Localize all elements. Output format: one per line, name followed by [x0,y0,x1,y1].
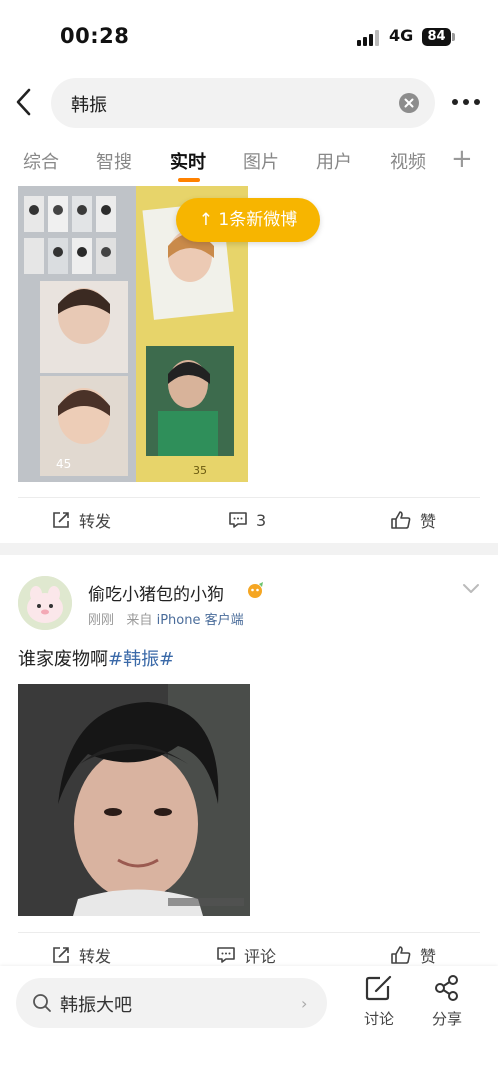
share-button[interactable]: 分享 [422,974,472,1036]
tab-videos[interactable]: 视频 [390,148,426,174]
comment-icon [229,512,247,528]
like-button[interactable]: 赞 [390,942,436,968]
section-divider [0,543,498,555]
status-time: 00:28 [60,24,130,48]
repost-icon [53,947,69,963]
signal-icon [357,30,383,46]
more-icon[interactable] [450,95,482,109]
svg-text:35: 35 [193,464,207,477]
source-prefix: 来自 [126,613,153,628]
like-label: 赞 [420,947,437,966]
supertopic-name: 韩振大吧 [60,995,132,1016]
like-label: 赞 [420,512,437,531]
status-bar: 00:28 4G 84 [0,0,498,70]
comment-icon [217,947,235,963]
bottom-bar: 韩振大吧 › 讨论 分享 [0,966,498,1080]
search-icon [33,994,51,1012]
supertopic-search[interactable]: 韩振大吧 › [16,978,327,1028]
post-image[interactable] [18,684,250,916]
chevron-left-icon [16,88,31,116]
discuss-label: 讨论 [363,1010,394,1028]
post-body: 谁家废物啊 [18,649,108,670]
svg-text:45: 45 [56,457,71,471]
tab-realtime[interactable]: 实时 [170,148,206,174]
new-post-notice[interactable]: ↑ 1条新微博 [176,198,320,242]
add-tab-icon[interactable]: + [451,144,473,174]
tab-smart-search[interactable]: 智搜 [96,148,132,174]
search-query: 韩振 [71,95,107,116]
like-button[interactable]: 赞 [390,507,436,533]
clear-icon[interactable] [399,93,419,113]
battery-icon: 84 [422,28,451,46]
tab-bar: 综合 智搜 实时 图片 用户 视频 + [0,140,498,186]
post-source[interactable]: iPhone 客户端 [157,613,244,628]
repost-label: 转发 [79,947,112,966]
thumbs-up-icon [391,511,411,529]
tab-general[interactable]: 综合 [23,148,59,174]
share-label: 分享 [431,1010,462,1028]
topic-link[interactable]: #韩振# [108,649,174,670]
discuss-button[interactable]: 讨论 [354,974,404,1036]
badge-icon [245,580,265,600]
comment-count: 3 [256,510,267,530]
post-actions: 转发 3 赞 [0,497,498,543]
repost-icon [53,512,69,528]
battery-cap [452,33,455,41]
compose-icon [365,975,392,1001]
chevron-down-icon[interactable] [462,580,480,593]
post-time: 刚刚 [88,613,115,628]
post-meta: 刚刚 来自 iPhone 客户端 [88,609,244,628]
avatar[interactable] [18,576,72,630]
active-tab-indicator [178,178,200,182]
search-input[interactable]: 韩振 [51,78,435,128]
username[interactable]: 偷吃小猪包的小狗 [88,580,224,605]
thumbs-up-icon [391,946,411,964]
repost-label: 转发 [79,512,112,531]
back-button[interactable] [8,84,44,120]
repost-button[interactable]: 转发 [51,942,111,968]
share-icon [435,975,458,1001]
chevron-right-icon: › [301,994,308,1013]
repost-button[interactable]: 转发 [51,507,111,533]
comment-button[interactable]: 3 [228,507,266,533]
tab-images[interactable]: 图片 [243,148,279,174]
network-type: 4G [389,26,414,45]
tab-users[interactable]: 用户 [316,148,352,174]
comment-button[interactable]: 评论 [216,942,276,968]
post-text: 谁家废物啊#韩振# [18,645,174,671]
comment-label: 评论 [244,947,277,966]
